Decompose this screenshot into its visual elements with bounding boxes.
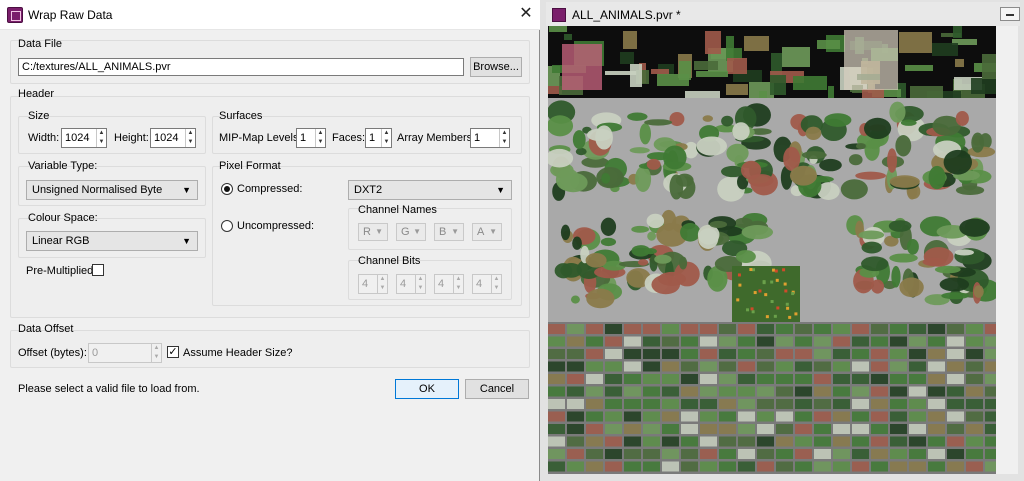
channel-name-r-select[interactable]: R ▼: [358, 223, 388, 241]
assume-header-checkbox[interactable]: ✓: [167, 346, 179, 358]
spin-arrows-icon[interactable]: ▲ ▼: [151, 344, 161, 362]
surfaces-label: Surfaces: [219, 110, 263, 122]
premultiplied-label: Pre-Multiplied:: [26, 265, 97, 277]
viewer-side-panel: [996, 26, 1018, 474]
offset-bytes-spinbox[interactable]: 0 ▲ ▼: [88, 343, 162, 363]
variable-type-value: Unsigned Normalised Byte: [32, 184, 163, 196]
mip-levels-value: 1: [300, 132, 307, 144]
size-label: Size: [28, 110, 50, 122]
viewer-titlebar: ALL_ANIMALS.pvr *: [546, 2, 1020, 26]
compressed-format-select[interactable]: DXT2 ▼: [348, 180, 512, 200]
spin-arrows-icon[interactable]: ▲ ▼: [185, 129, 195, 147]
colour-space-value: Linear RGB: [32, 235, 90, 247]
dialog-titlebar: Wrap Raw Data ✕: [0, 0, 540, 30]
assume-header-label: Assume Header Size?: [183, 347, 293, 359]
chevron-down-icon: ▼: [413, 227, 421, 236]
offset-bytes-value: 0: [92, 347, 99, 359]
channel-name-g-select[interactable]: G ▼: [396, 223, 426, 241]
data-file-label: Data File: [18, 38, 63, 50]
pixel-format-label: Pixel Format: [219, 160, 281, 172]
dialog-title: Wrap Raw Data: [28, 8, 113, 22]
data-offset-label: Data Offset: [18, 323, 74, 335]
spin-arrows-icon[interactable]: ▲ ▼: [377, 275, 387, 293]
width-value: 1024: [65, 132, 90, 144]
channel-names-label: Channel Names: [358, 204, 437, 216]
channel-bits-a: 4: [476, 278, 483, 290]
channel-name-b-select[interactable]: B ▼: [434, 223, 464, 241]
array-members-value: 1: [474, 132, 481, 144]
offset-bytes-label: Offset (bytes):: [18, 347, 87, 359]
array-members-spinbox[interactable]: 1 ▲ ▼: [470, 128, 510, 148]
restore-icon[interactable]: [1000, 7, 1020, 21]
variable-type-select[interactable]: Unsigned Normalised Byte ▼: [26, 180, 198, 200]
channel-bits-label: Channel Bits: [358, 255, 421, 267]
browse-button[interactable]: Browse...: [470, 57, 522, 77]
mip-levels-spinbox[interactable]: 1 ▲ ▼: [296, 128, 326, 148]
uncompressed-radio[interactable]: [221, 220, 233, 232]
spin-arrows-icon[interactable]: ▲ ▼: [415, 275, 425, 293]
chevron-down-icon: ▼: [496, 185, 505, 195]
spin-arrows-icon[interactable]: ▲ ▼: [315, 129, 325, 147]
status-message: Please select a valid file to load from.: [18, 383, 200, 395]
faces-value: 1: [369, 132, 376, 144]
compressed-label: Compressed:: [237, 183, 303, 195]
chevron-down-icon: ▼: [451, 227, 459, 236]
chevron-down-icon: ▼: [182, 236, 191, 246]
uncompressed-label: Uncompressed:: [237, 220, 315, 232]
wrap-raw-data-dialog: Wrap Raw Data ✕ Data File C:/textures/AL…: [0, 0, 540, 481]
compressed-format-value: DXT2: [354, 184, 383, 196]
channel-name-r: R: [363, 226, 371, 238]
channel-bits-b-spinbox[interactable]: 4 ▲ ▼: [434, 274, 464, 294]
height-value: 1024: [154, 132, 179, 144]
spin-arrows-icon[interactable]: ▲ ▼: [453, 275, 463, 293]
width-label: Width:: [28, 132, 60, 144]
width-spinbox[interactable]: 1024 ▲ ▼: [61, 128, 107, 148]
texture-file-icon: [552, 8, 566, 22]
chevron-down-icon: ▼: [489, 227, 497, 236]
channel-name-g: G: [401, 226, 410, 238]
cancel-button[interactable]: Cancel: [465, 379, 529, 399]
channel-bits-g: 4: [400, 278, 407, 290]
height-spinbox[interactable]: 1024 ▲ ▼: [150, 128, 196, 148]
channel-name-a: A: [477, 226, 485, 238]
app-icon: [7, 7, 23, 23]
chevron-down-icon: ▼: [375, 227, 383, 236]
ok-button[interactable]: OK: [395, 379, 459, 399]
colour-space-select[interactable]: Linear RGB ▼: [26, 231, 198, 251]
texture-preview-image: [548, 26, 996, 474]
file-path-input[interactable]: C:/textures/ALL_ANIMALS.pvr: [18, 58, 464, 76]
compressed-radio[interactable]: [221, 183, 233, 195]
channel-name-b: B: [439, 226, 447, 238]
spin-arrows-icon[interactable]: ▲ ▼: [381, 129, 391, 147]
chevron-down-icon: ▼: [182, 185, 191, 195]
close-icon[interactable]: ✕: [516, 5, 536, 25]
height-label: Height:: [114, 132, 149, 144]
channel-bits-g-spinbox[interactable]: 4 ▲ ▼: [396, 274, 426, 294]
viewer-title: ALL_ANIMALS.pvr *: [572, 8, 681, 22]
faces-label: Faces:: [332, 132, 366, 144]
spin-arrows-icon[interactable]: ▲ ▼: [96, 129, 106, 147]
variable-type-label: Variable Type:: [28, 160, 98, 172]
channel-bits-r-spinbox[interactable]: 4 ▲ ▼: [358, 274, 388, 294]
colour-space-label: Colour Space:: [28, 212, 98, 224]
mip-levels-label: MIP-Map Levels:: [219, 132, 302, 144]
channel-bits-r: 4: [362, 278, 369, 290]
channel-bits-b: 4: [438, 278, 445, 290]
premultiplied-checkbox[interactable]: [92, 264, 104, 276]
header-label: Header: [18, 88, 55, 100]
texture-canvas[interactable]: [548, 26, 996, 474]
channel-bits-a-spinbox[interactable]: 4 ▲ ▼: [472, 274, 502, 294]
channel-name-a-select[interactable]: A ▼: [472, 223, 502, 241]
array-members-label: Array Members:: [397, 132, 476, 144]
faces-spinbox[interactable]: 1 ▲ ▼: [365, 128, 392, 148]
spin-arrows-icon[interactable]: ▲ ▼: [499, 129, 509, 147]
texture-viewer-window: ALL_ANIMALS.pvr *: [540, 0, 1024, 481]
spin-arrows-icon[interactable]: ▲ ▼: [491, 275, 501, 293]
